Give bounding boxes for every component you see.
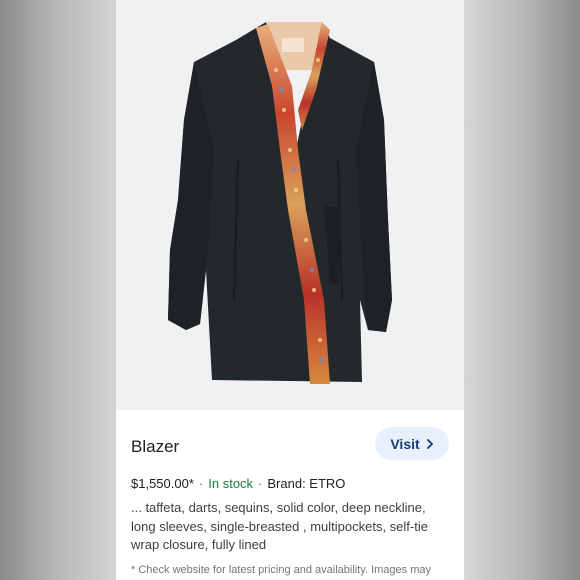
product-description: ... taffeta, darts, sequins, solid color… (131, 500, 428, 552)
separator: · (198, 476, 204, 491)
brand: Brand: ETRO (267, 476, 346, 491)
product-meta: $1,550.00* · In stock · Brand: ETRO (131, 476, 345, 491)
blazer-image (168, 22, 392, 384)
stock-status: In stock (208, 476, 254, 491)
pricing-note: * Check website for latest pricing and a… (131, 564, 431, 576)
product-card: Blazer Visit $1,550.00* · In stock · Brand: … (116, 0, 464, 580)
visit-label: Visit (390, 435, 420, 452)
product-image[interactable] (116, 0, 464, 410)
separator: · (258, 476, 263, 491)
visit-button[interactable]: Visit (375, 427, 449, 460)
price: $1,550.00* (131, 476, 194, 491)
chevron-right-icon (426, 438, 433, 449)
product-title[interactable]: Blazer (131, 437, 179, 457)
product-info: Blazer Visit $1,550.00* · In stock · Brand: … (116, 410, 464, 580)
